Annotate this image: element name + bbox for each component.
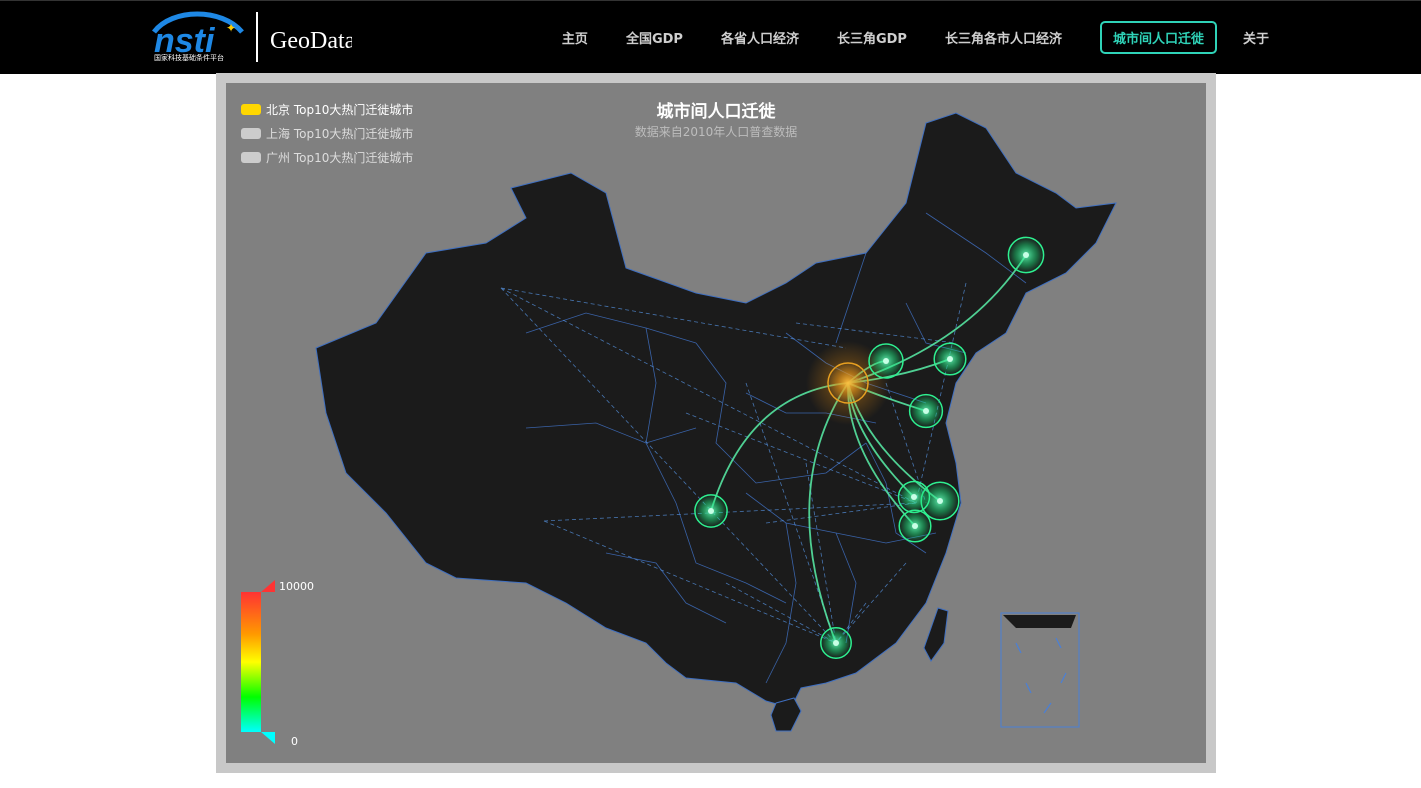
- nav-item-6[interactable]: 关于: [1243, 28, 1269, 47]
- legend-label: 上海 Top10大热门迁徙城市: [266, 126, 414, 141]
- visual-map-min: 0: [291, 735, 298, 748]
- taiwan-island: [923, 607, 949, 662]
- china-landmass: [315, 112, 1117, 709]
- legend-swatch: [241, 127, 261, 139]
- destination-city-dot: [883, 358, 889, 364]
- destination-city-dot: [708, 508, 714, 514]
- nav-item-5[interactable]: 城市间人口迁徙: [1099, 21, 1217, 54]
- south-china-sea-inset: [1000, 612, 1080, 728]
- legend-item[interactable]: 广州 Top10大热门迁徙城市: [241, 145, 413, 169]
- nav-item-4[interactable]: 长三角各市人口经济: [945, 28, 1062, 47]
- visual-map-max: 10000: [279, 580, 314, 593]
- destination-city-dot: [911, 494, 917, 500]
- nav-item-0[interactable]: 主页: [562, 28, 588, 47]
- main-nav: 主页 全国GDP 各省人口经济 长三角GDP 长三角各市人口经济 城市间人口迁徙 关于: [562, 1, 1421, 74]
- nav-item-1[interactable]: 全国GDP: [626, 28, 683, 47]
- hainan-island: [770, 697, 802, 732]
- logo-star: ✦: [226, 21, 236, 35]
- visual-map-legend[interactable]: 10000 0: [241, 580, 331, 750]
- destination-city-dot: [923, 408, 929, 414]
- legend-swatch: [241, 151, 261, 163]
- origin-city-marker: [827, 362, 869, 404]
- destination-city-dot: [1023, 252, 1029, 258]
- legend-item[interactable]: 上海 Top10大热门迁徙城市: [241, 121, 413, 145]
- nav-item-2[interactable]: 各省人口经济: [721, 28, 799, 47]
- destination-city-dot: [947, 356, 953, 362]
- legend-swatch: [241, 103, 261, 115]
- map-frame: 城市间人口迁徙 数据来自2010年人口普查数据 北京 Top10大热门迁徙城市上…: [216, 73, 1216, 773]
- logo-caption: 国家科技基础条件平台: [154, 53, 224, 62]
- map-legend: 北京 Top10大热门迁徙城市 上海 Top10大热门迁徙城市 广州 Top10大热…: [241, 97, 413, 169]
- legend-label: 广州 Top10大热门迁徙城市: [266, 150, 414, 165]
- site-logo[interactable]: nsti ✦ 国家科技基础条件平台 GeoData.cn: [152, 10, 352, 66]
- nav-item-3[interactable]: 长三角GDP: [837, 28, 907, 47]
- destination-city-dot: [833, 640, 839, 646]
- site-name: GeoData.cn: [270, 28, 352, 54]
- destination-city-dot: [937, 498, 943, 504]
- visual-map-bar: [241, 592, 261, 732]
- top-navbar: nsti ✦ 国家科技基础条件平台 GeoData.cn 主页 全国GDP 各省人口…: [0, 0, 1421, 74]
- china-map-svg[interactable]: [226, 83, 1206, 763]
- logo-divider: [256, 12, 258, 62]
- visual-map-top-handle: [261, 580, 275, 592]
- migration-map[interactable]: 城市间人口迁徙 数据来自2010年人口普查数据 北京 Top10大热门迁徙城市上…: [226, 83, 1206, 763]
- destination-city-dot: [912, 523, 918, 529]
- visual-map-bottom-handle: [261, 732, 275, 744]
- legend-label: 北京 Top10大热门迁徙城市: [266, 102, 414, 117]
- legend-item[interactable]: 北京 Top10大热门迁徙城市: [241, 97, 413, 121]
